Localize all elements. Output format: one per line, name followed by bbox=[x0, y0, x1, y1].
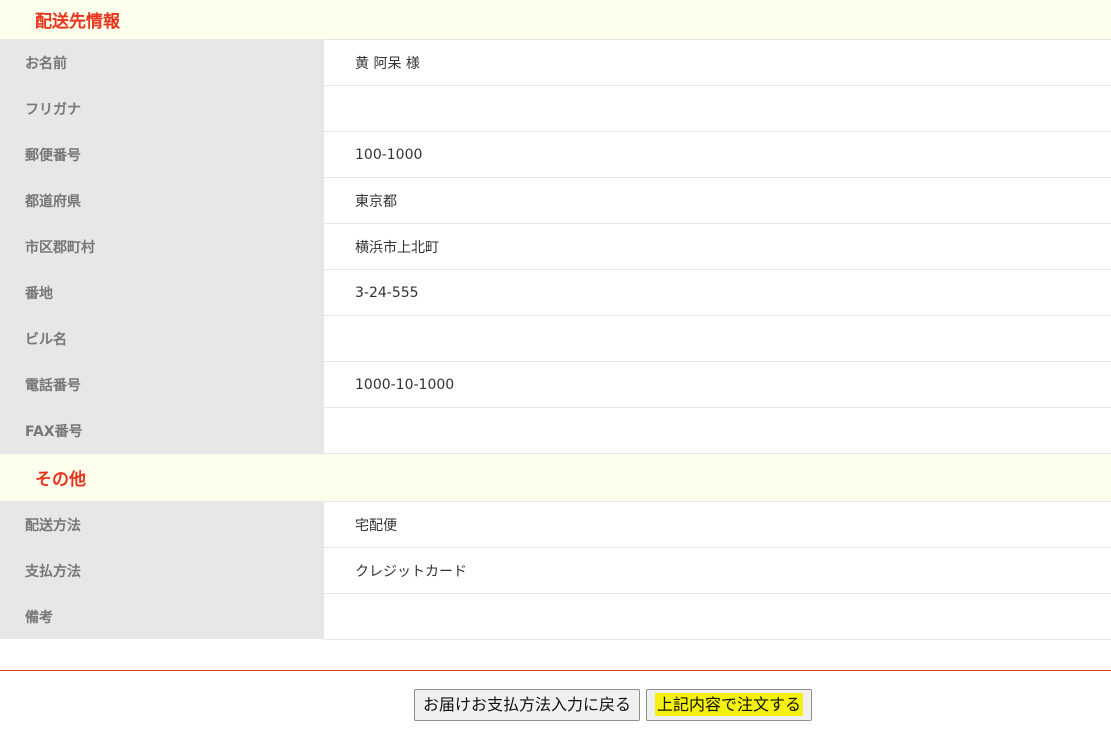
row-label: 都道府県 bbox=[0, 177, 324, 223]
table-row: フリガナ bbox=[0, 85, 1111, 131]
row-label: FAX番号 bbox=[0, 407, 324, 453]
section-title-other: その他 bbox=[35, 470, 86, 490]
section-header-shipping: 配送先情報 bbox=[0, 0, 1111, 39]
row-value: クレジットカード bbox=[324, 547, 1111, 593]
row-label: 支払方法 bbox=[0, 547, 324, 593]
row-label: フリガナ bbox=[0, 85, 324, 131]
table-row: 都道府県 東京都 bbox=[0, 177, 1111, 223]
table-row: ビル名 bbox=[0, 315, 1111, 361]
row-value bbox=[324, 85, 1111, 131]
table-row: お名前黄 阿呆 様 bbox=[0, 39, 1111, 85]
table-bottom-border bbox=[324, 639, 1111, 640]
row-value: 黄 阿呆 様 bbox=[324, 39, 1111, 85]
section-title-shipping: 配送先情報 bbox=[35, 12, 120, 32]
place-order-button[interactable]: 上記内容で注文する bbox=[646, 689, 813, 721]
table-row: 支払方法 クレジットカード bbox=[0, 547, 1111, 593]
shipping-info-table: お名前黄 阿呆 様 フリガナ 郵便番号 100-1000 都道府県 東京都 市区郡町… bbox=[0, 39, 1111, 453]
row-value: 1000-10-1000 bbox=[324, 361, 1111, 407]
button-group: お届けお支払方法入力に戻る 上記内容で注文する bbox=[413, 689, 813, 721]
table-row: 備考 bbox=[0, 593, 1111, 639]
row-label: 配送方法 bbox=[0, 501, 324, 547]
back-button-label: お届けお支払方法入力に戻る bbox=[422, 695, 631, 714]
table-row: 番地 3-24-555 bbox=[0, 269, 1111, 315]
row-label: 備考 bbox=[0, 593, 324, 639]
row-value: 3-24-555 bbox=[324, 269, 1111, 315]
row-label: 番地 bbox=[0, 269, 324, 315]
row-label: 市区郡町村 bbox=[0, 223, 324, 269]
section-header-other: その他 bbox=[0, 453, 1111, 501]
row-value bbox=[324, 315, 1111, 361]
row-value: 100-1000 bbox=[324, 131, 1111, 177]
row-value: 横浜市上北町 bbox=[324, 223, 1111, 269]
row-value: 東京都 bbox=[324, 177, 1111, 223]
back-button[interactable]: お届けお支払方法入力に戻る bbox=[413, 689, 640, 721]
place-order-button-label: 上記内容で注文する bbox=[655, 693, 804, 716]
other-info-table: 配送方法 宅配便 支払方法 クレジットカード 備考 bbox=[0, 501, 1111, 639]
row-value bbox=[324, 407, 1111, 453]
table-row: FAX番号 bbox=[0, 407, 1111, 453]
footer-actions: お届けお支払方法入力に戻る 上記内容で注文する bbox=[0, 670, 1111, 731]
row-label: お名前 bbox=[0, 39, 324, 85]
row-label: 郵便番号 bbox=[0, 131, 324, 177]
table-row: 電話番号 1000-10-1000 bbox=[0, 361, 1111, 407]
table-row: 配送方法 宅配便 bbox=[0, 501, 1111, 547]
row-label: ビル名 bbox=[0, 315, 324, 361]
table-row: 郵便番号 100-1000 bbox=[0, 131, 1111, 177]
row-label: 電話番号 bbox=[0, 361, 324, 407]
row-value: 宅配便 bbox=[324, 501, 1111, 547]
table-row: 市区郡町村 横浜市上北町 bbox=[0, 223, 1111, 269]
row-value bbox=[324, 593, 1111, 639]
